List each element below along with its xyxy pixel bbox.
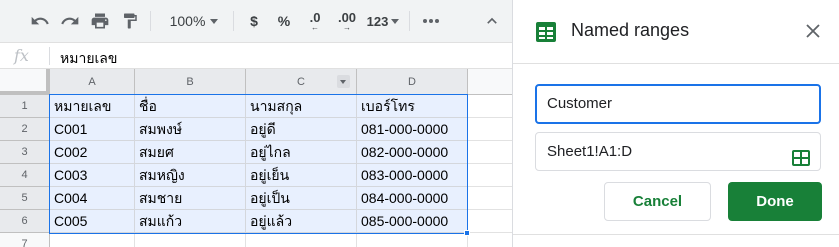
panel-bottom-divider: [513, 234, 839, 235]
cell-b1[interactable]: ชื่อ: [135, 95, 246, 118]
cell-e6[interactable]: [468, 210, 512, 233]
range-reference-value: Sheet1!A1:D: [547, 143, 633, 160]
row-header-2[interactable]: 2: [0, 118, 50, 141]
currency-label: $: [250, 13, 258, 29]
cancel-button[interactable]: Cancel: [604, 182, 711, 221]
row-header-4[interactable]: 4: [0, 164, 50, 187]
toolbar: 100% $ % .0 ← .00 → 123: [0, 0, 512, 42]
increase-decimal-button[interactable]: .00 →: [333, 7, 361, 35]
cell-e5[interactable]: [468, 187, 512, 210]
cell-a7[interactable]: [50, 233, 135, 247]
cell-e2[interactable]: [468, 118, 512, 141]
cell-e3[interactable]: [468, 141, 512, 164]
column-header-a[interactable]: A: [50, 69, 135, 95]
cell-e4[interactable]: [468, 164, 512, 187]
arrow-right-icon: →: [343, 23, 351, 32]
close-icon[interactable]: [803, 21, 823, 41]
column-header-c[interactable]: C: [246, 69, 357, 95]
cell-d6[interactable]: 085-000-0000: [357, 210, 468, 233]
toolbar-divider: [150, 11, 151, 31]
named-ranges-panel: Named ranges Customer Sheet1!A1:D Cancel…: [512, 0, 839, 247]
column-header-c-label: C: [297, 75, 305, 88]
sheets-table-icon: [535, 21, 557, 48]
cell-a2[interactable]: C001: [50, 118, 135, 141]
cell-d2[interactable]: 081-000-0000: [357, 118, 468, 141]
collapse-toolbar-icon[interactable]: [480, 7, 504, 35]
cell-d7[interactable]: [357, 233, 468, 247]
chevron-down-icon: [391, 18, 400, 24]
undo-icon[interactable]: [28, 7, 52, 35]
percent-format-button[interactable]: %: [274, 7, 294, 35]
cell-a1[interactable]: หมายเลข: [50, 95, 135, 118]
cell-c3[interactable]: อยู่ไกล: [246, 141, 357, 164]
function-icon: fx: [14, 46, 29, 65]
formula-divider: [49, 47, 50, 65]
panel-title: Named ranges: [571, 20, 690, 40]
column-header-d[interactable]: D: [357, 69, 468, 95]
range-reference-input[interactable]: Sheet1!A1:D: [535, 132, 821, 171]
cell-d4[interactable]: 083-000-0000: [357, 164, 468, 187]
redo-icon[interactable]: [58, 7, 82, 35]
cell-a3[interactable]: C002: [50, 141, 135, 164]
spreadsheet-grid: A B C D 1 2 3 4 5 6 7 หมายเลข ชื่อ นามสก…: [0, 69, 512, 247]
cell-d1[interactable]: เบอร์โทร: [357, 95, 468, 118]
arrow-left-icon: ←: [311, 23, 319, 32]
row-header-5[interactable]: 5: [0, 187, 50, 210]
print-icon[interactable]: [88, 7, 112, 35]
done-button[interactable]: Done: [728, 182, 822, 221]
cell-a6[interactable]: C005: [50, 210, 135, 233]
cell-c1[interactable]: นามสกุล: [246, 95, 357, 118]
panel-divider: [513, 63, 839, 64]
cell-b6[interactable]: สมแก้ว: [135, 210, 246, 233]
row-header-3[interactable]: 3: [0, 141, 50, 164]
row-header-7[interactable]: 7: [0, 233, 50, 247]
cell-a4[interactable]: C003: [50, 164, 135, 187]
toolbar-divider: [233, 11, 234, 31]
column-header-b[interactable]: B: [135, 69, 246, 95]
more-options-icon[interactable]: [419, 7, 443, 35]
cell-b2[interactable]: สมพงษ์: [135, 118, 246, 141]
select-all-corner[interactable]: [0, 69, 50, 95]
row-header-1[interactable]: 1: [0, 95, 50, 118]
paint-format-icon[interactable]: [118, 7, 142, 35]
cell-a5[interactable]: C004: [50, 187, 135, 210]
zoom-value: 100%: [169, 13, 206, 29]
percent-label: %: [277, 13, 291, 29]
chevron-down-icon: [210, 18, 219, 24]
cell-b5[interactable]: สมชาย: [135, 187, 246, 210]
cell-c2[interactable]: อยู่ดี: [246, 118, 357, 141]
range-name-input[interactable]: Customer: [535, 84, 821, 124]
cell-c5[interactable]: อยู่เป็น: [246, 187, 357, 210]
decrease-decimal-button[interactable]: .0 ←: [302, 7, 328, 35]
cell-d3[interactable]: 082-000-0000: [357, 141, 468, 164]
select-range-icon[interactable]: [792, 143, 810, 180]
cell-b3[interactable]: สมยศ: [135, 141, 246, 164]
formula-bar: fx หมายเลข: [0, 42, 512, 69]
column-header-e[interactable]: [468, 69, 512, 95]
row-header-6[interactable]: 6: [0, 210, 50, 233]
currency-format-button[interactable]: $: [244, 7, 264, 35]
cell-c6[interactable]: อยู่แล้ว: [246, 210, 357, 233]
cell-b7[interactable]: [135, 233, 246, 247]
more-formats-label: 123: [366, 13, 389, 29]
zoom-select[interactable]: 100%: [165, 7, 223, 35]
toolbar-divider: [409, 11, 410, 31]
cell-d5[interactable]: 084-000-0000: [357, 187, 468, 210]
cell-b4[interactable]: สมหญิง: [135, 164, 246, 187]
more-formats-button[interactable]: 123: [365, 7, 401, 35]
cell-c7[interactable]: [246, 233, 357, 247]
filter-dropdown-icon[interactable]: [337, 75, 350, 88]
cell-e1[interactable]: [468, 95, 512, 118]
formula-input[interactable]: หมายเลข: [60, 48, 117, 70]
fill-handle[interactable]: [464, 230, 470, 236]
cell-c4[interactable]: อยู่เย็น: [246, 164, 357, 187]
